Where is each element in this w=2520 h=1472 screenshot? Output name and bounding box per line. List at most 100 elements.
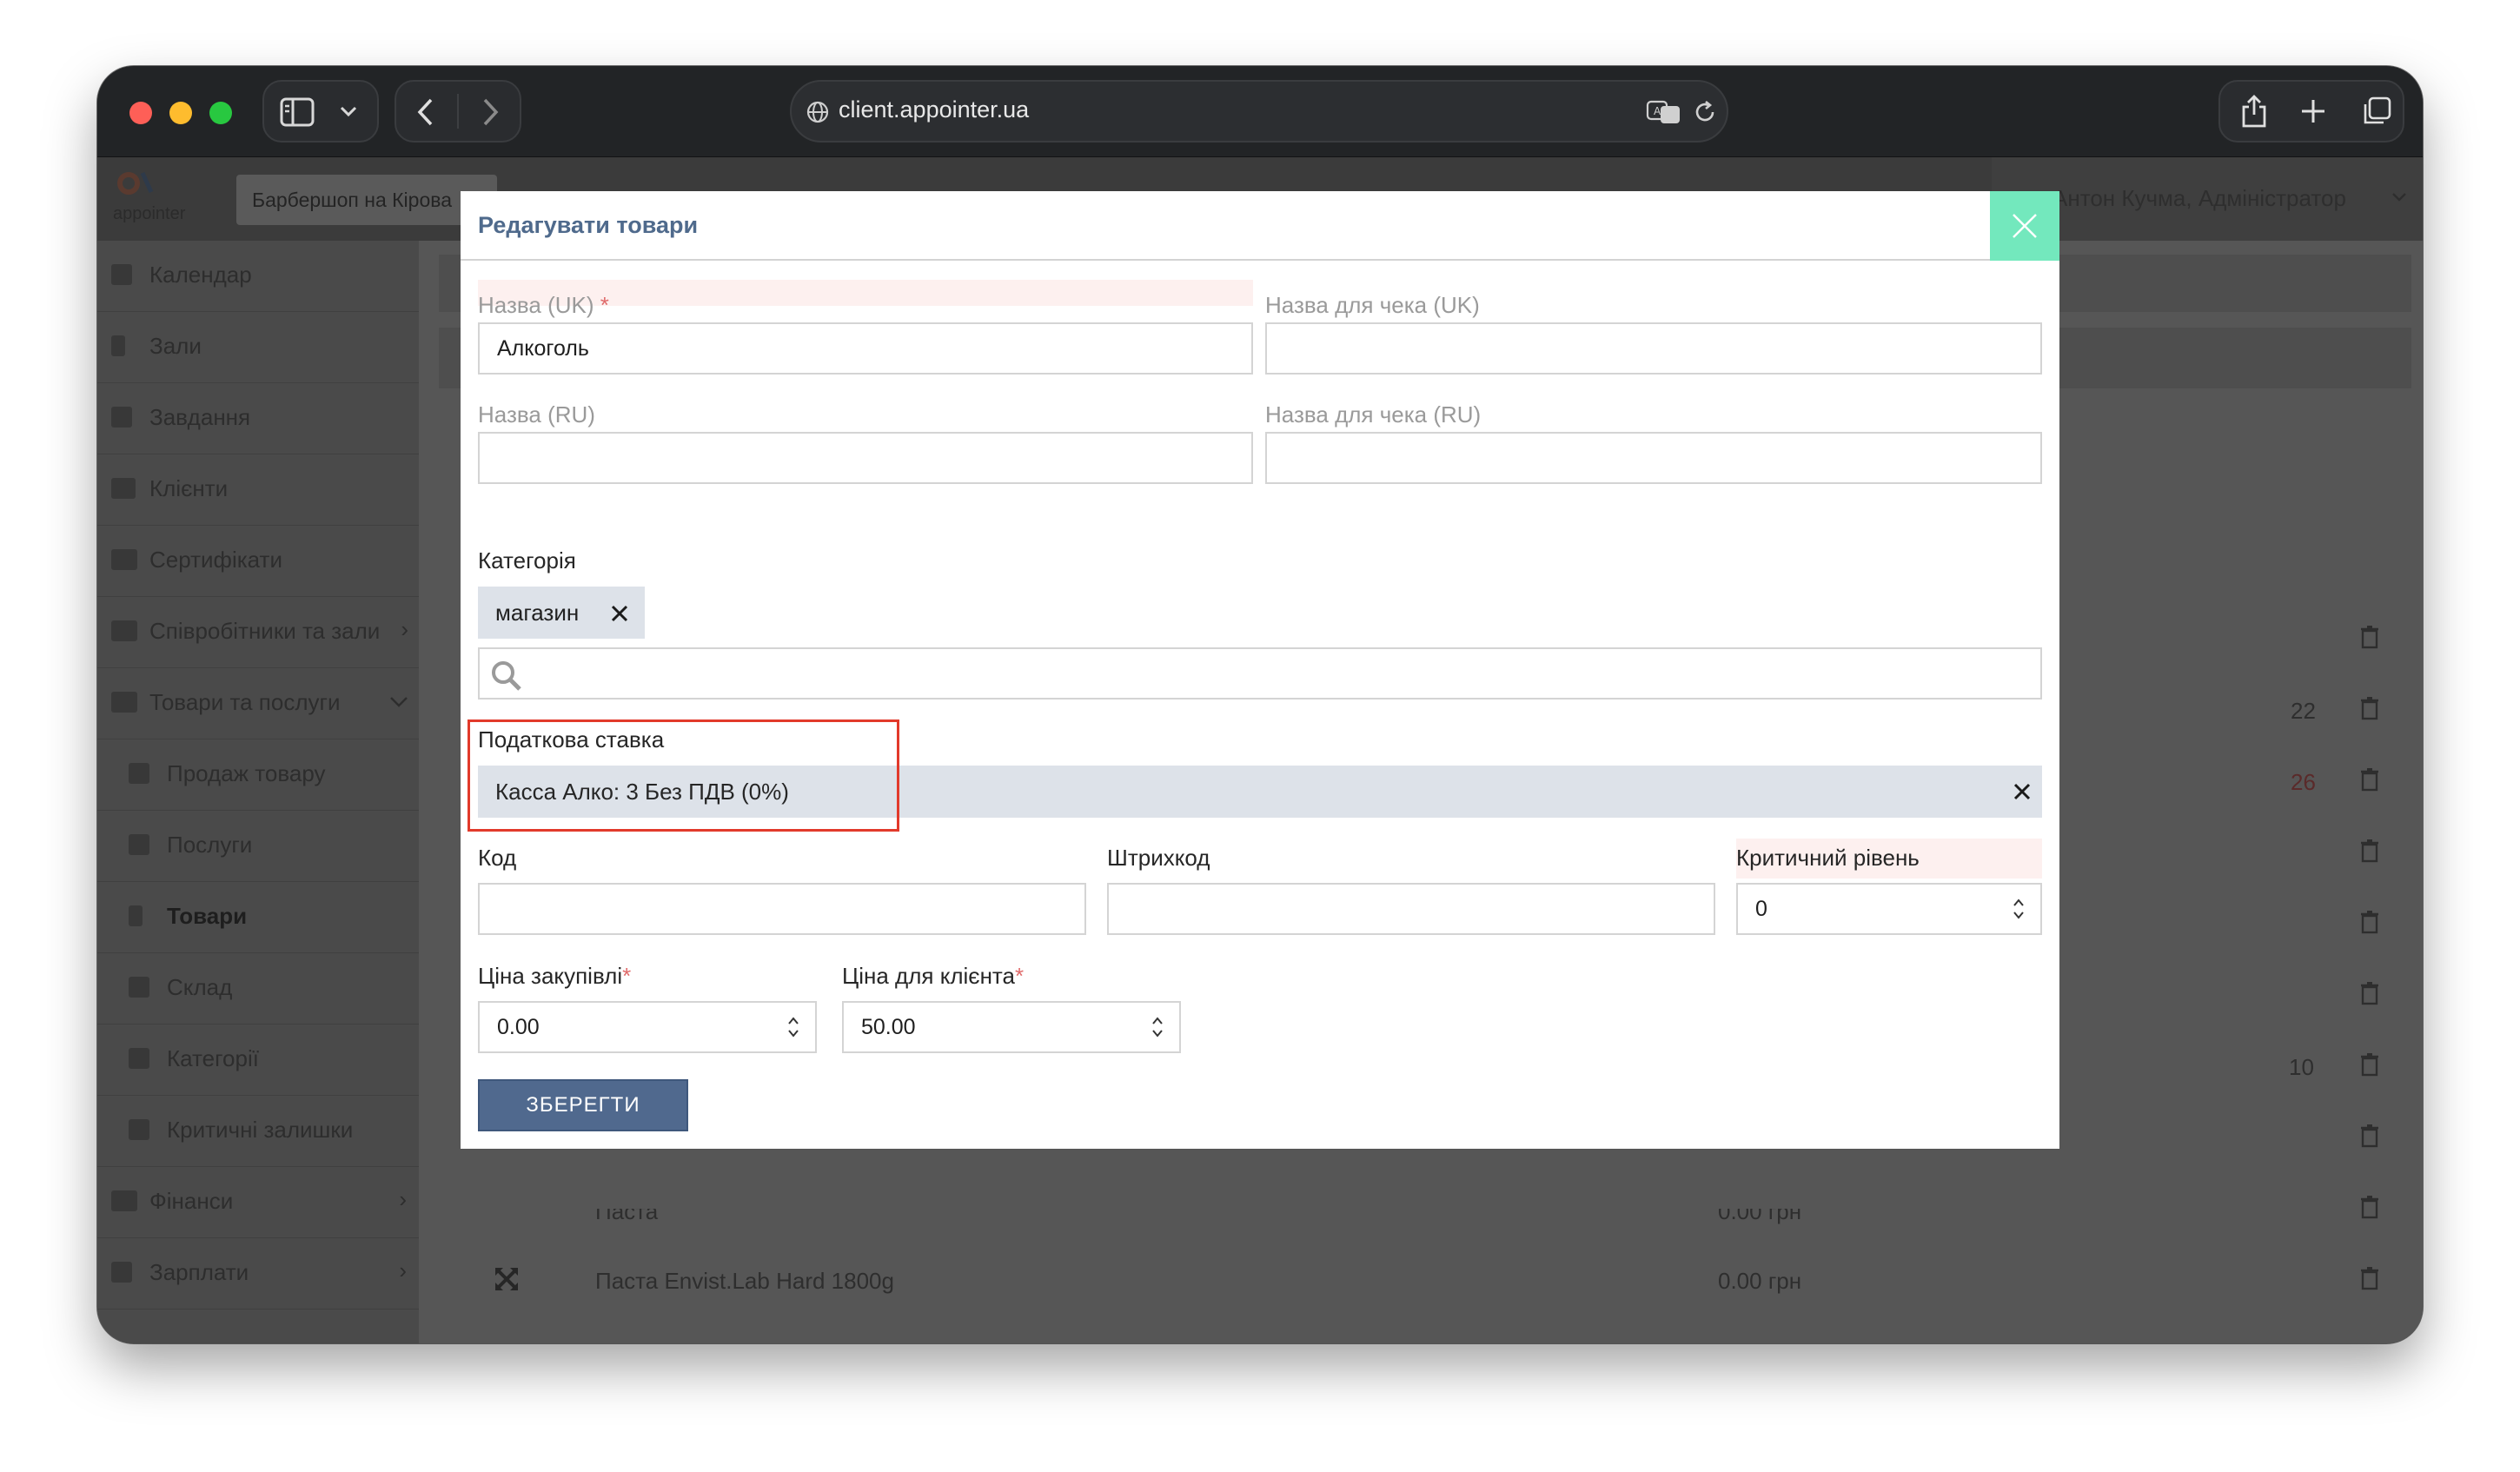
stepper-icon[interactable] xyxy=(2013,897,2025,921)
browser-toolbar: client.appointer.ua A xyxy=(97,66,2423,157)
client-price-input[interactable]: 50.00 xyxy=(842,1001,1181,1053)
sidebar-item-finance[interactable]: Фінанси › xyxy=(97,1167,419,1238)
scales-icon xyxy=(129,763,149,784)
purchase-price-input[interactable]: 0.00 xyxy=(478,1001,817,1053)
address-bar[interactable]: client.appointer.ua A xyxy=(790,80,1728,143)
trash-icon[interactable] xyxy=(2360,1124,2379,1148)
user-name: Антон Кучма, Адміністратор xyxy=(2052,185,2346,211)
save-button[interactable]: ЗБЕРЕГТИ xyxy=(478,1079,688,1131)
sidebar-item-salaries[interactable]: Зарплати › xyxy=(97,1238,419,1310)
sidebar-item-goods-services[interactable]: Товари та послуги xyxy=(97,668,419,739)
sidebar-item-tasks[interactable]: Завдання xyxy=(97,383,419,454)
sidebar-item-services[interactable]: Послуги xyxy=(97,811,419,882)
chevron-right-icon: › xyxy=(399,1257,407,1283)
sidebar-item-halls[interactable]: Зали xyxy=(97,312,419,383)
sidebar-item-label: Критичні залишки xyxy=(167,1117,354,1143)
location-selector[interactable]: Барбершоп на Кірова xyxy=(236,175,497,225)
barcode-label: Штрихкод xyxy=(1107,845,1210,871)
sidebar-item-goods[interactable]: Товари xyxy=(97,882,419,953)
trash-icon[interactable] xyxy=(2360,1266,2379,1290)
bookmark-icon xyxy=(111,335,125,356)
critical-level-input[interactable]: 0 xyxy=(1736,883,2042,935)
sidebar-item-label: Календар xyxy=(149,262,252,288)
chevron-down-icon xyxy=(390,697,408,707)
sidebar-item-label: Зарплати xyxy=(149,1259,249,1285)
sidebar-item-certificates[interactable]: Сертифікати xyxy=(97,526,419,597)
sidebar-item-label: Послуги xyxy=(167,832,253,858)
share-icon[interactable] xyxy=(2239,94,2269,129)
sidebar-item-calendar[interactable]: Календар xyxy=(97,241,419,312)
name-uk-input[interactable]: Алкоголь xyxy=(478,322,1253,375)
forward-icon[interactable] xyxy=(480,97,501,127)
remove-tag-icon[interactable] xyxy=(610,604,629,623)
purchase-price-label: Ціна закупівлі* xyxy=(478,963,632,989)
sidebar-item-sale[interactable]: Продаж товару xyxy=(97,739,419,811)
sidebar-item-label: Сертифікати xyxy=(149,547,282,573)
close-window-button[interactable] xyxy=(129,102,152,124)
back-icon[interactable] xyxy=(415,97,436,127)
sidebar-item-label: Категорії xyxy=(167,1045,259,1071)
certificate-icon xyxy=(111,549,137,570)
reload-icon[interactable] xyxy=(1692,99,1718,125)
new-tab-icon[interactable] xyxy=(2299,97,2327,125)
stepper-icon[interactable] xyxy=(1151,1015,1164,1039)
id-card-icon xyxy=(111,620,137,641)
sidebar-item-critical[interactable]: Критичні залишки xyxy=(97,1096,419,1167)
chevron-right-icon: › xyxy=(401,616,408,642)
category-label: Категорія xyxy=(478,547,576,574)
code-input[interactable] xyxy=(478,883,1086,935)
sidebar-item-warehouse[interactable]: Склад xyxy=(97,953,419,1024)
tabs-overview-icon[interactable] xyxy=(2361,96,2392,127)
chevron-right-icon: › xyxy=(399,1186,407,1212)
sidebar-item-label: Співробітники та зали xyxy=(149,618,381,644)
code-label: Код xyxy=(478,845,517,871)
url-text: client.appointer.ua xyxy=(839,96,1030,123)
product-price-partial: 0.00 грн xyxy=(1718,1198,1802,1224)
stock-value-critical: 26 xyxy=(2291,769,2316,795)
receipt-uk-label: Назва для чека (UK) xyxy=(1265,292,1480,318)
trash-icon[interactable] xyxy=(2360,1195,2379,1219)
toolbar-actions xyxy=(2218,80,2404,143)
sidebar-item-label: Зали xyxy=(149,333,202,359)
name-uk-label: Назва (UK) * xyxy=(478,292,609,318)
search-icon xyxy=(492,661,521,691)
receipt-uk-input[interactable] xyxy=(1265,322,2042,375)
trash-icon[interactable] xyxy=(2360,696,2379,720)
money-icon xyxy=(111,1190,137,1211)
minimize-window-button[interactable] xyxy=(169,102,192,124)
trash-icon[interactable] xyxy=(2360,839,2379,863)
expand-icon[interactable] xyxy=(494,1266,520,1292)
tasks-icon xyxy=(111,407,132,428)
sidebar-item-label: Продаж товару xyxy=(167,760,326,786)
trash-icon[interactable] xyxy=(2360,981,2379,1005)
barcode-input[interactable] xyxy=(1107,883,1715,935)
warning-icon xyxy=(129,1119,149,1140)
zoom-window-button[interactable] xyxy=(209,102,232,124)
category-search-input[interactable] xyxy=(478,647,2042,700)
trash-icon[interactable] xyxy=(2360,625,2379,649)
sidebar-item-label: Товари та послуги xyxy=(149,689,341,715)
close-button[interactable] xyxy=(1990,191,2059,261)
sidebar-item-label: Завдання xyxy=(149,404,251,430)
clear-tax-icon[interactable] xyxy=(2013,782,2032,801)
tax-highlight-box xyxy=(468,719,899,832)
product-name-partial: Паста xyxy=(595,1198,659,1224)
sidebar-item-categories[interactable]: Категорії xyxy=(97,1024,419,1096)
logo-text: appointer xyxy=(113,204,186,223)
trash-icon[interactable] xyxy=(2360,1052,2379,1077)
tag-icon xyxy=(129,1048,149,1069)
name-ru-input[interactable] xyxy=(478,432,1253,484)
user-chevron-icon xyxy=(2392,193,2406,202)
receipt-ru-input[interactable] xyxy=(1265,432,2042,484)
trash-icon[interactable] xyxy=(2360,767,2379,792)
sidebar-toggle-button[interactable] xyxy=(262,80,379,143)
stepper-icon[interactable] xyxy=(787,1015,799,1039)
warehouse-icon xyxy=(129,977,149,998)
chevron-down-icon xyxy=(340,106,357,117)
sidebar-item-label: Товари xyxy=(167,903,248,929)
trash-icon[interactable] xyxy=(2360,910,2379,934)
product-name: Паста Envist.Lab Hard 1800g xyxy=(595,1268,894,1294)
translate-icon[interactable]: A xyxy=(1646,99,1682,125)
sidebar-item-clients[interactable]: Клієнти xyxy=(97,454,419,526)
sidebar-item-staff[interactable]: Співробітники та зали › xyxy=(97,597,419,668)
